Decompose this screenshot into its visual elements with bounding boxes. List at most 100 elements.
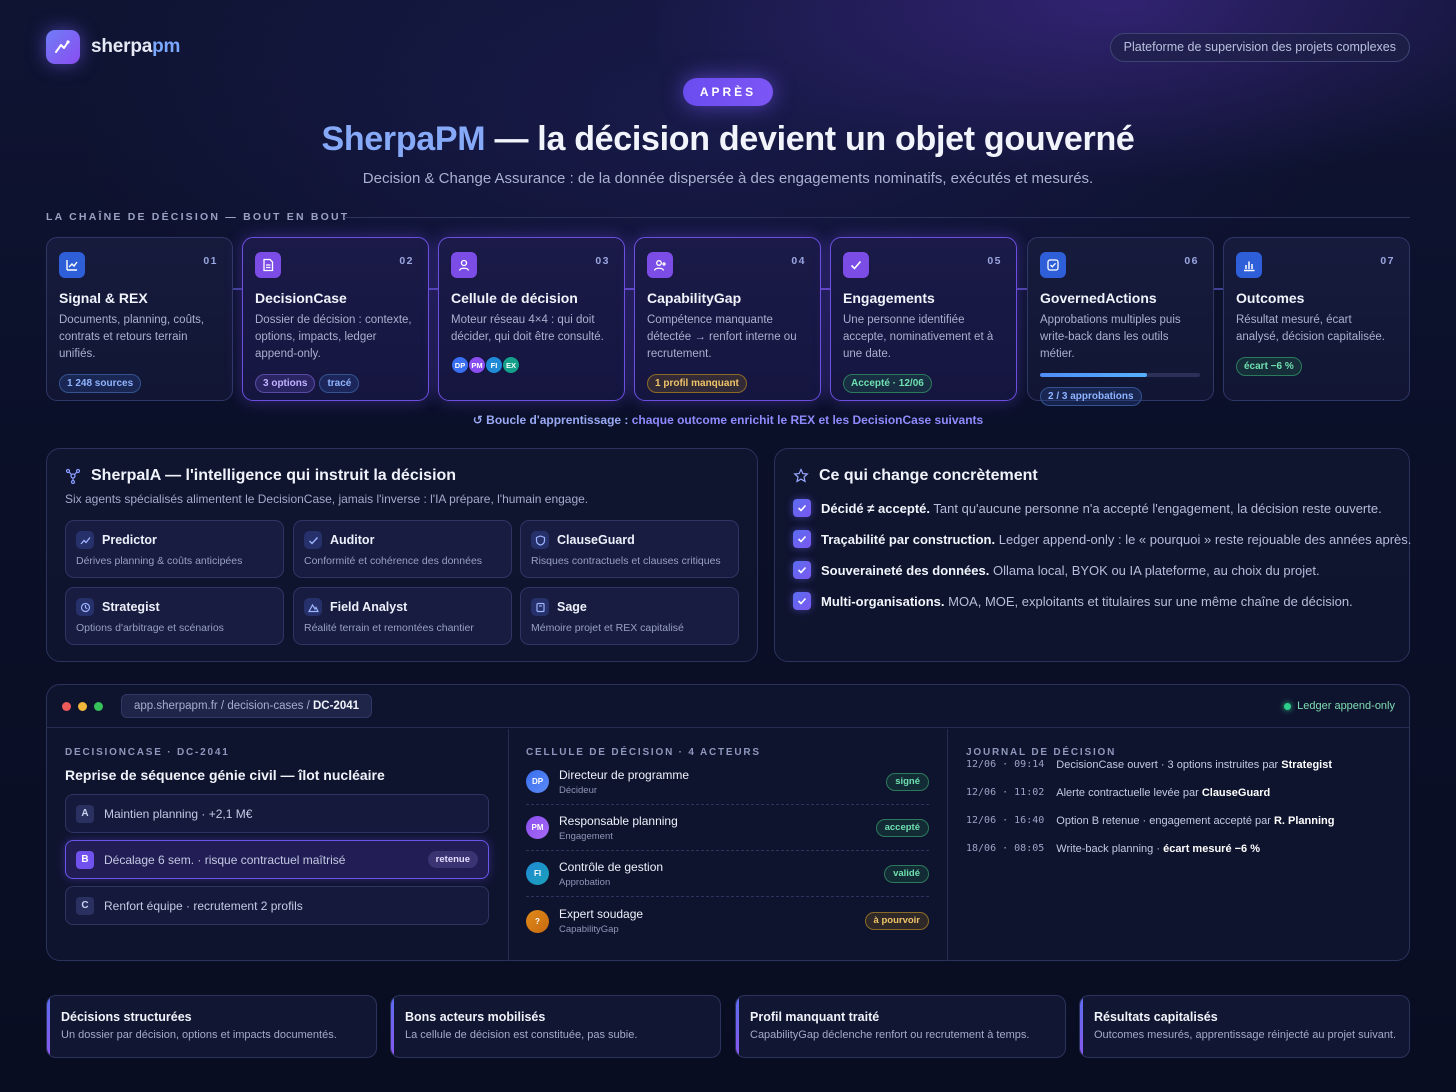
- actor-name: Directeur de programme: [559, 767, 690, 782]
- step-description: Moteur réseau 4×4 : qui doit décider, qu…: [451, 314, 604, 343]
- step-description: Documents, planning, coûts, contrats et …: [59, 314, 205, 360]
- checkbox-checked-icon: [793, 530, 811, 548]
- section-divider: [344, 217, 1410, 218]
- agent-clauseguard[interactable]: ClauseGuard Risques contractuels et clau…: [520, 520, 739, 578]
- step-decision-cell[interactable]: 03 Cellule de décision Moteur réseau 4×4…: [438, 237, 625, 401]
- option-c[interactable]: C Renfort équipe · recrutement 2 profils: [65, 886, 489, 925]
- actor-row[interactable]: ? Expert soudage CapabilityGap à pourvoir: [526, 898, 929, 944]
- app-window-mockup: app.sherpapm.fr / decision-cases / DC-20…: [46, 684, 1410, 961]
- agent-field-analyst[interactable]: Field Analyst Réalité terrain et remonté…: [293, 587, 512, 645]
- option-key: A: [76, 804, 94, 823]
- user-plus-icon: [647, 252, 673, 278]
- approvals-badge: 2 / 3 approbations: [1040, 387, 1142, 406]
- journal-label: JOURNAL DE DÉCISION: [966, 747, 1117, 758]
- column-divider: [508, 729, 509, 961]
- mountain-logo-icon: [55, 40, 70, 53]
- outcome-description: Outcomes mesurés, apprentissage réinject…: [1094, 1029, 1397, 1041]
- outcome-card: Bons acteurs mobilisés La cellule de déc…: [390, 995, 721, 1058]
- decisioncase-label: DECISIONCASE · DC-2041: [65, 747, 230, 758]
- agent-predictor[interactable]: Predictor Dérives planning & coûts antic…: [65, 520, 284, 578]
- minimize-window-button[interactable]: [78, 702, 87, 711]
- agent-name: Sage: [557, 600, 587, 614]
- step-engagements[interactable]: 05 Engagements Une personne identifiée a…: [830, 237, 1017, 401]
- outcome-title: Profil manquant traité: [750, 1010, 880, 1024]
- document-icon: [255, 252, 281, 278]
- chart-line-icon: [59, 252, 85, 278]
- option-text: Maintien planning · +2,1 M€: [104, 806, 253, 821]
- outcome-card: Profil manquant traité CapabilityGap déc…: [735, 995, 1066, 1058]
- network-icon: [65, 468, 81, 484]
- actor-row[interactable]: PM Responsable planning Engagement accept…: [526, 805, 929, 851]
- check-square-icon: [1040, 252, 1066, 278]
- step-description: Une personne identifiée accepte, nominat…: [843, 314, 994, 360]
- change-item: Traçabilité par construction. Ledger app…: [793, 530, 1411, 548]
- step-governed-actions[interactable]: 06 GovernedActions Approbations multiple…: [1027, 237, 1214, 406]
- journal-entry: 12/06 · 11:02 Alerte contractuelle levée …: [966, 787, 1271, 799]
- step-name: Cellule de décision: [451, 290, 578, 306]
- outcome-title: Décisions structurées: [61, 1010, 192, 1024]
- avatar: FI: [526, 862, 549, 885]
- close-window-button[interactable]: [62, 702, 71, 711]
- agent-auditor[interactable]: Auditor Conformité et cohérence des donn…: [293, 520, 512, 578]
- decision-cell-label: CELLULE DE DÉCISION · 4 ACTEURS: [526, 747, 761, 758]
- change-item: Souveraineté des données. Ollama local, …: [793, 561, 1320, 579]
- sherpaia-subtitle: Six agents spécialisés alimentent le Dec…: [65, 492, 589, 506]
- sherpaia-heading: SherpaIA — l'intelligence qui instruit l…: [65, 467, 456, 485]
- avatar: PM: [468, 356, 486, 374]
- step-outcomes[interactable]: 07 Outcomes Résultat mesuré, écart analy…: [1223, 237, 1410, 401]
- agent-sage[interactable]: Sage Mémoire projet et REX capitalisé: [520, 587, 739, 645]
- step-decisioncase[interactable]: 02 DecisionCase Dossier de décision : co…: [242, 237, 429, 401]
- actor-status-badge: à pourvoir: [864, 912, 929, 930]
- chain-section-label: LA CHAÎNE DE DÉCISION — BOUT EN BOUT: [46, 211, 350, 223]
- step-name: Engagements: [843, 290, 935, 306]
- journal-time: 12/06 · 16:40: [966, 815, 1045, 826]
- missing-profile-badge: 1 profil manquant: [647, 374, 747, 393]
- platform-tagline: Plateforme de supervision des projets co…: [1109, 33, 1410, 62]
- option-b[interactable]: B Décalage 6 sem. · risque contractuel ma…: [65, 840, 489, 879]
- app-logo[interactable]: [46, 30, 80, 64]
- learning-loop-note: ↺ Boucle d'apprentissage : chaque outcom…: [472, 413, 984, 427]
- ledger-status: Ledger append-only: [1284, 700, 1395, 712]
- checkbox-checked-icon: [793, 499, 811, 517]
- change-item: Décidé ≠ accepté. Tant qu'aucune personn…: [793, 499, 1382, 517]
- trend-icon: [76, 531, 94, 549]
- option-key: B: [76, 850, 94, 869]
- step-signal-rex[interactable]: 01 Signal & REX Documents, planning, coû…: [46, 237, 233, 401]
- journal-time: 18/06 · 08:05: [966, 843, 1045, 854]
- actor-status-badge: signé: [886, 772, 929, 791]
- retained-badge: retenue: [427, 851, 478, 868]
- mountain-icon: [304, 598, 322, 616]
- page-title: SherpaPM — la décision devient un objet …: [321, 120, 1135, 158]
- actor-role: Engagement: [559, 830, 613, 842]
- changes-panel: Ce qui change concrètement Décidé ≠ acce…: [774, 448, 1411, 662]
- outcome-description: La cellule de décision est constituée, p…: [405, 1029, 638, 1041]
- actor-name: Responsable planning: [559, 813, 678, 828]
- step-capability-gap[interactable]: 04 CapabilityGap Compétence manquante dé…: [634, 237, 821, 401]
- step-name: DecisionCase: [255, 290, 347, 306]
- actor-role: Décideur: [559, 784, 598, 796]
- accepted-badge: Accepté · 12/06: [843, 374, 932, 393]
- agent-description: Risques contractuels et clauses critique…: [531, 555, 721, 567]
- agent-name: ClauseGuard: [557, 533, 635, 547]
- window-titlebar: app.sherpapm.fr / decision-cases / DC-20…: [47, 685, 1409, 728]
- changes-heading: Ce qui change concrètement: [793, 467, 1038, 485]
- actor-status-badge: validé: [884, 864, 929, 883]
- outcome-description: Un dossier par décision, options et impa…: [61, 1029, 337, 1041]
- brand-name: sherpapm: [91, 36, 181, 57]
- agent-description: Mémoire projet et REX capitalisé: [531, 622, 684, 634]
- option-a[interactable]: A Maintien planning · +2,1 M€: [65, 794, 489, 833]
- option-text: Renfort équipe · recrutement 2 profils: [104, 898, 303, 913]
- journal-time: 12/06 · 11:02: [966, 787, 1045, 798]
- actor-role: CapabilityGap: [559, 924, 619, 935]
- agent-strategist[interactable]: Strategist Options d'arbitrage et scénar…: [65, 587, 284, 645]
- step-number: 07: [1380, 255, 1395, 267]
- maximize-window-button[interactable]: [94, 702, 103, 711]
- step-number: 01: [203, 255, 218, 267]
- agent-name: Field Analyst: [330, 600, 408, 614]
- variance-badge: écart −6 %: [1236, 357, 1302, 376]
- journal-entry: 18/06 · 08:05 Write-back planning · écart…: [966, 843, 1260, 855]
- actor-row[interactable]: FI Contrôle de gestion Approbation validé: [526, 851, 929, 897]
- address-bar[interactable]: app.sherpapm.fr / decision-cases / DC-20…: [121, 694, 373, 718]
- actor-row[interactable]: DP Directeur de programme Décideur signé: [526, 759, 929, 805]
- step-number: 02: [399, 255, 414, 267]
